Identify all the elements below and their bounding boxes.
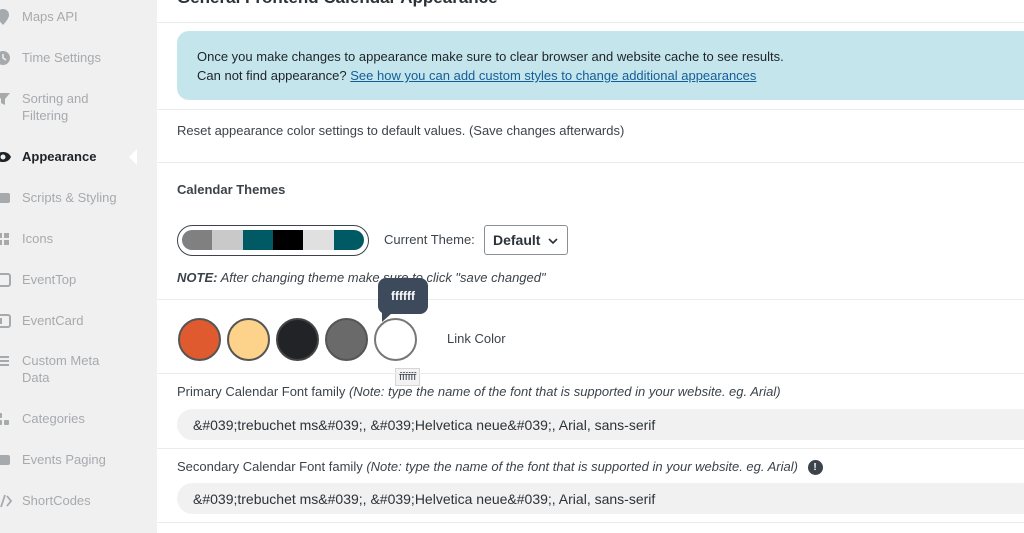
theme-swatch-segment [272, 230, 304, 250]
divider [157, 162, 1024, 163]
sidebar-item-categories[interactable]: Categories [0, 410, 137, 428]
sidebar-item-icons[interactable]: Icons [0, 230, 137, 248]
sidebar-item-label: EventCard [22, 313, 84, 328]
paging-icon [0, 451, 12, 469]
code-icon [0, 189, 12, 207]
custom-styles-link[interactable]: See how you can add custom styles to cha… [350, 68, 756, 83]
secondary-font-title: Secondary Calendar Font family [177, 459, 363, 474]
sidebar-item-label: Categories [22, 411, 85, 426]
theme-select[interactable]: Default [484, 225, 568, 255]
sidebar-item-events-paging[interactable]: Events Paging [0, 451, 137, 469]
filter-icon [0, 90, 12, 108]
divider [157, 22, 1024, 23]
eye-icon [0, 148, 12, 166]
notice-prefix: Can not find appearance? [197, 68, 347, 83]
sidebar-item-label: Scripts & Styling [22, 190, 117, 205]
current-theme-label: Current Theme: [384, 232, 475, 247]
calendar-themes-heading: Calendar Themes [177, 182, 286, 197]
sidebar-item-label: Appearance [22, 149, 97, 164]
grid-icon [0, 230, 12, 248]
theme-swatch-segment [242, 230, 273, 250]
sidebar-item-label: Maps API [22, 9, 78, 24]
divider [157, 522, 1024, 523]
sidebar-item-shortcodes[interactable]: ShortCodes [0, 492, 137, 510]
divider [157, 373, 1024, 374]
theme-note: NOTE: After changing theme make sure to … [177, 270, 546, 285]
theme-swatch-segment [182, 230, 213, 250]
settings-sidebar: Maps API Time Settings Sorting and Filte… [0, 0, 137, 533]
chevron-down-icon [547, 234, 559, 246]
sidebar-item-label: Icons [22, 231, 54, 246]
cache-notice: Once you make changes to appearance make… [177, 31, 1024, 100]
sidebar-item-maps-api[interactable]: Maps API [0, 8, 137, 26]
sidebar-item-label: Events Paging [22, 452, 106, 467]
calendar-top-icon [0, 271, 12, 289]
sidebar-item-label: Time Settings [22, 50, 101, 65]
theme-swatch-segment [333, 230, 364, 250]
appearance-settings-panel: General Frontend Calendar Appearance Onc… [157, 0, 1024, 533]
color-tooltip: ffffff [378, 278, 428, 322]
shortcode-icon [0, 492, 12, 510]
theme-select-value: Default [493, 232, 541, 248]
primary-font-label: Primary Calendar Font family (Note: type… [177, 384, 781, 399]
divider [157, 448, 1024, 449]
theme-swatch-segment [212, 230, 243, 250]
color-swatch[interactable] [276, 318, 319, 361]
sidebar-item-label: EventTop [22, 272, 77, 287]
sidebar-item-time-settings[interactable]: Time Settings [0, 49, 137, 67]
color-swatch[interactable] [374, 318, 417, 361]
secondary-font-note: (Note: type the name of the font that is… [366, 459, 798, 474]
color-swatch[interactable] [325, 318, 368, 361]
secondary-font-label: Secondary Calendar Font family (Note: ty… [177, 459, 823, 476]
page-title: General Frontend Calendar Appearance [177, 0, 498, 8]
sidebar-item-appearance[interactable]: Appearance [0, 148, 137, 166]
sidebar-item-scripts-styling[interactable]: Scripts & Styling [0, 189, 137, 207]
divider [157, 299, 1024, 300]
tags-icon [0, 410, 12, 428]
color-swatch[interactable] [227, 318, 270, 361]
list-icon [0, 352, 12, 370]
primary-font-input[interactable]: &#039;trebuchet ms&#039;, &#039;Helvetic… [177, 409, 1024, 440]
secondary-font-input[interactable]: &#039;trebuchet ms&#039;, &#039;Helvetic… [177, 483, 1024, 514]
map-pin-icon [0, 8, 12, 26]
primary-font-title: Primary Calendar Font family [177, 384, 346, 399]
note-label: NOTE: [177, 270, 218, 285]
primary-font-note: (Note: type the name of the font that is… [348, 384, 781, 399]
reset-colors-text[interactable]: Reset appearance color settings to defau… [177, 123, 624, 138]
link-color-label: Link Color [447, 331, 506, 346]
sidebar-item-eventtop[interactable]: EventTop [0, 271, 137, 289]
divider [157, 109, 1024, 110]
sidebar-item-label: ShortCodes [22, 493, 91, 508]
color-swatch[interactable] [178, 318, 221, 361]
clock-icon [0, 49, 12, 67]
notice-line-2: Can not find appearance? See how you can… [197, 66, 1017, 85]
sidebar-item-eventcard[interactable]: EventCard [0, 312, 137, 330]
sidebar-item-custom-meta-data[interactable]: Custom Meta Data [0, 352, 137, 386]
card-icon [0, 312, 12, 330]
notice-line-1: Once you make changes to appearance make… [197, 49, 784, 64]
sidebar-item-label: Custom Meta Data [22, 353, 100, 385]
theme-swatch-segment [303, 230, 334, 250]
info-icon[interactable]: ! [807, 460, 823, 476]
theme-color-swatch[interactable] [177, 225, 369, 256]
sidebar-item-sorting-filtering[interactable]: Sorting and Filtering [0, 90, 137, 124]
sidebar-item-label: Sorting and Filtering [22, 91, 89, 123]
